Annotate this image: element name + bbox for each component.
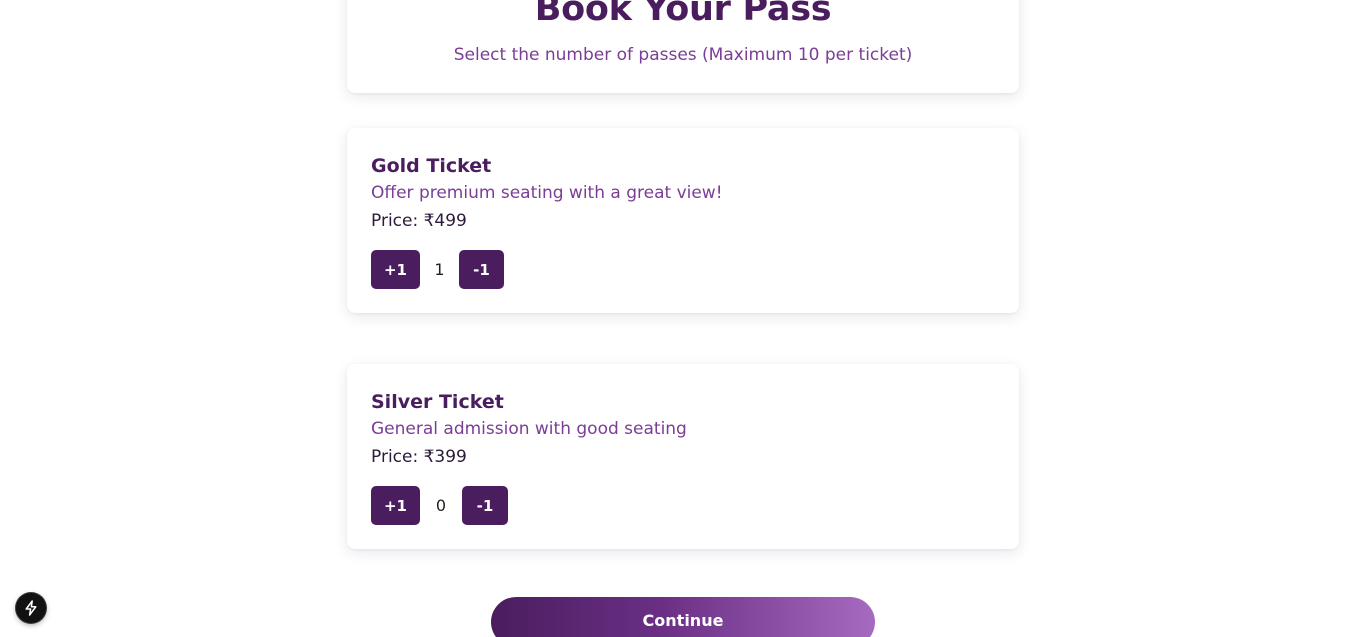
page-subtitle: Select the number of passes (Maximum 10 … [453, 45, 913, 65]
quantity-stepper: +1 1 -1 [371, 250, 504, 289]
increment-button[interactable]: +1 [371, 250, 420, 289]
ticket-description: Offer premium seating with a great view! [371, 183, 723, 203]
price-value: ₹399 [423, 447, 467, 467]
ticket-price: Price: ₹399 [371, 445, 995, 469]
quantity-stepper: +1 0 -1 [371, 486, 508, 525]
header-card: Book Your Pass Select the number of pass… [347, 0, 1019, 93]
increment-button[interactable]: +1 [371, 486, 420, 525]
price-label: Price: [371, 211, 424, 231]
ticket-name: Gold Ticket [371, 155, 492, 177]
ticket-card-gold: Gold Ticket Offer premium seating with a… [347, 128, 1019, 313]
ticket-name: Silver Ticket [371, 391, 504, 413]
continue-label: Continue [642, 611, 724, 630]
quantity-value: 0 [435, 496, 447, 515]
dev-tools-badge[interactable] [16, 593, 46, 623]
decrement-button[interactable]: -1 [462, 486, 508, 525]
ticket-price: Price: ₹499 [371, 209, 995, 233]
lightning-icon [25, 600, 37, 616]
ticket-card-silver: Silver Ticket General admission with goo… [347, 364, 1019, 549]
price-value: ₹499 [423, 211, 467, 231]
continue-button[interactable]: Continue [491, 597, 875, 637]
ticket-description: General admission with good seating [371, 419, 687, 439]
page-title: Book Your Pass [534, 0, 832, 29]
booking-page: Book Your Pass Select the number of pass… [0, 0, 1366, 637]
quantity-value: 1 [434, 260, 445, 279]
decrement-button[interactable]: -1 [459, 250, 504, 289]
price-label: Price: [371, 447, 424, 467]
